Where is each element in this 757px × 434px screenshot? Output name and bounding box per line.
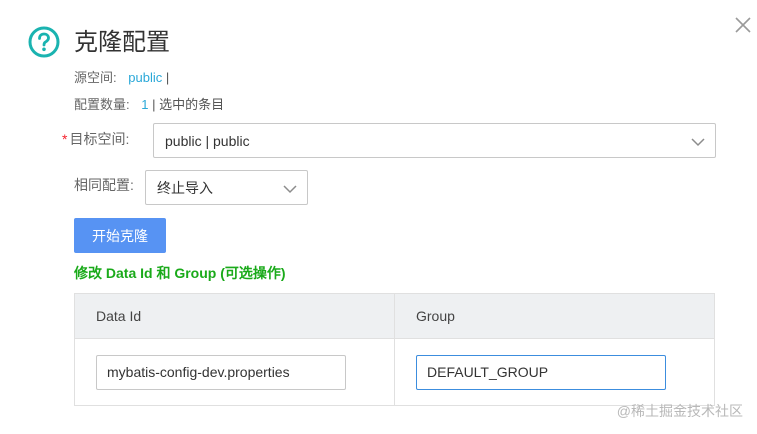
- clone-config-dialog: 克隆配置 源空间: public | 配置数量: 1 | 选中的条目 * 目标空间…: [0, 0, 757, 434]
- close-icon[interactable]: [732, 14, 754, 36]
- target-namespace-label: 目标空间:: [69, 131, 130, 147]
- modify-section-heading: 修改 Data Id 和 Group (可选操作): [74, 265, 286, 281]
- config-count-value: 1: [141, 97, 149, 112]
- target-namespace-label-group: * 目标空间:: [62, 129, 129, 149]
- table-row: [74, 338, 715, 406]
- same-config-select[interactable]: 终止导入: [145, 170, 308, 205]
- group-cell: [394, 338, 715, 406]
- data-id-input[interactable]: [96, 354, 346, 390]
- same-config-value: 终止导入: [157, 179, 213, 196]
- column-header-group: Group: [394, 293, 715, 339]
- group-input[interactable]: [416, 354, 666, 390]
- source-namespace-label: 源空间:: [74, 70, 117, 85]
- required-mark: *: [62, 131, 68, 147]
- chevron-down-icon: [691, 135, 705, 151]
- start-clone-button[interactable]: 开始克隆: [74, 218, 166, 253]
- config-count-label: 配置数量:: [74, 97, 130, 112]
- same-config-label: 相同配置:: [74, 177, 134, 193]
- source-namespace-row: 源空间: public |: [74, 67, 169, 86]
- watermark: @稀土掘金技术社区: [616, 403, 743, 419]
- table-header-row: Data Id Group: [74, 293, 715, 339]
- config-count-suffix: | 选中的条目: [152, 97, 225, 112]
- question-circle-icon: [28, 26, 60, 58]
- target-namespace-select[interactable]: public | public: [153, 123, 716, 158]
- target-namespace-value: public | public: [165, 132, 250, 149]
- config-count-row: 配置数量: 1 | 选中的条目: [74, 94, 224, 113]
- source-namespace-value: public: [128, 70, 163, 85]
- chevron-down-icon: [283, 182, 297, 198]
- source-namespace-sep: |: [165, 70, 170, 85]
- clone-config-table: Data Id Group: [74, 293, 715, 406]
- data-id-cell: [74, 338, 395, 406]
- column-header-data-id: Data Id: [74, 293, 395, 339]
- dialog-title: 克隆配置: [74, 29, 170, 56]
